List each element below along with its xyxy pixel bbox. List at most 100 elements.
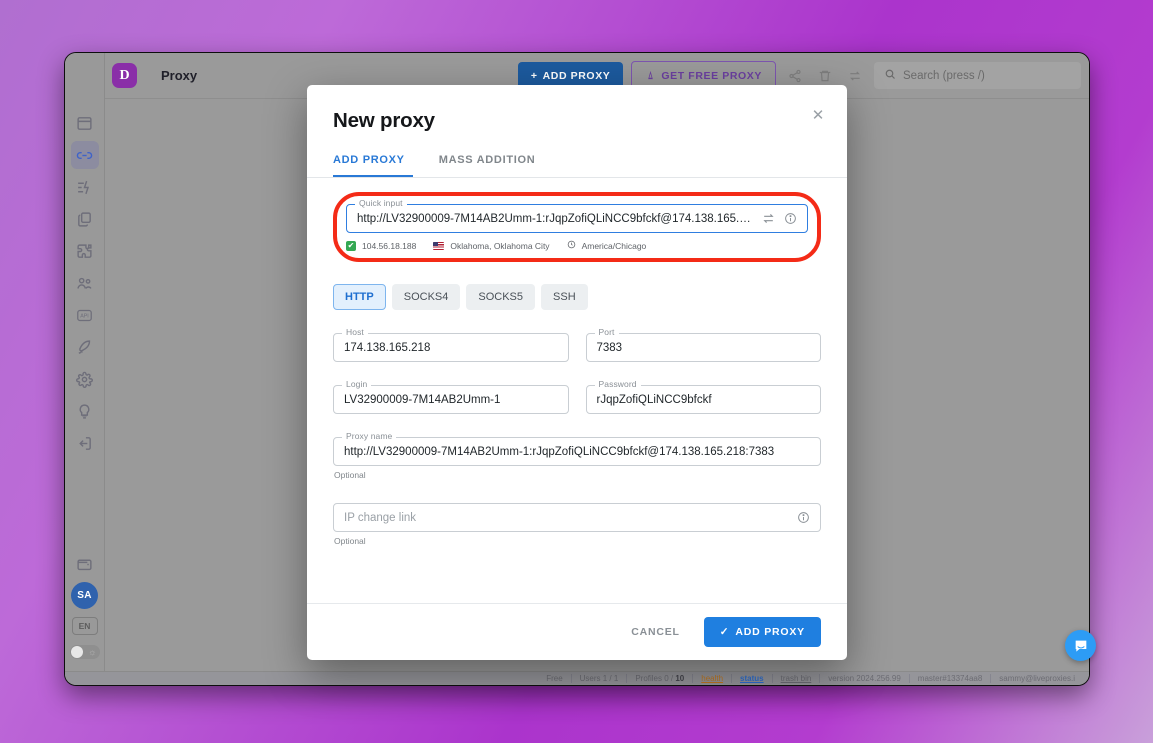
host-value: 174.138.165.218 [344,341,431,354]
sidebar-item-quick-start[interactable] [71,333,99,361]
proxy-name-field[interactable]: Proxy name http://LV32900009-7M14AB2Umm-… [333,431,821,466]
ip-change-link-placeholder: IP change link [344,511,417,524]
protocol-socks4[interactable]: SOCKS4 [391,284,461,310]
trash-icon[interactable] [814,65,836,87]
share-icon[interactable] [784,65,806,87]
host-port-row: Host 174.138.165.218 Port 7383 [333,327,821,362]
password-legend: Password [594,379,641,389]
sidebar-item-tips[interactable] [71,397,99,425]
proxy-name-box[interactable]: http://LV32900009-7M14AB2Umm-1:rJqpZofiQ… [333,437,821,466]
get-free-proxy-button-label: GET FREE PROXY [661,69,762,82]
dialog-header: New proxy ✕ [307,85,847,133]
status-profiles-prefix: Profiles 0 / [635,674,676,683]
toggle-knob [70,646,83,658]
host-legend: Host [342,327,368,337]
sidebar-item-settings[interactable] [71,365,99,393]
dialog-tabs: ADD PROXY MASS ADDITION [307,151,847,178]
add-proxy-button-label: ADD PROXY [542,69,611,82]
sidebar-item-automation[interactable] [71,173,99,201]
ip-change-link-box[interactable]: IP change link [333,503,821,532]
dialog-body: Quick input http://LV32900009-7M14AB2Umm… [307,178,847,603]
cancel-button[interactable]: CANCEL [625,618,686,646]
port-field[interactable]: Port 7383 [585,327,821,362]
avatar[interactable]: SA [71,582,98,609]
status-users: Users 1 / 1 [570,674,627,683]
tab-add-proxy[interactable]: ADD PROXY [333,151,413,177]
status-status-link[interactable]: status [731,674,772,683]
status-plan: Free [546,674,563,683]
dialog-footer: CANCEL ✓ ADD PROXY [307,603,847,660]
close-icon[interactable]: ✕ [807,104,829,126]
submit-add-proxy-label: ADD PROXY [735,626,805,638]
sidebar: API SA EN ☼ [65,53,105,671]
quick-input-box[interactable]: http://LV32900009-7M14AB2Umm-1:rJqpZofiQ… [346,204,808,233]
plus-icon: + [530,69,538,82]
us-flag-icon [433,241,445,250]
status-profiles: Profiles 0 / 10 [626,674,692,683]
swap-icon[interactable] [762,212,775,225]
status-account: sammy@liveproxies.i [990,674,1083,683]
host-box[interactable]: 174.138.165.218 [333,333,569,362]
svg-text:API: API [80,313,89,319]
sidebar-item-browser[interactable] [71,109,99,137]
status-version: version 2024.256.99 [819,674,909,683]
quick-input-value: http://LV32900009-7M14AB2Umm-1:rJqpZofiQ… [357,212,754,225]
detected-timezone: America/Chicago [581,240,647,251]
info-icon[interactable] [784,212,797,225]
proxy-name-hint: Optional [334,470,366,480]
new-proxy-dialog: New proxy ✕ ADD PROXY MASS ADDITION Quic… [307,85,847,660]
sidebar-item-extensions[interactable] [71,237,99,265]
proxy-name-legend: Proxy name [342,431,397,441]
sidebar-item-team[interactable] [71,269,99,297]
search-icon [884,68,896,83]
info-icon[interactable] [797,511,810,524]
clock-icon [567,240,576,251]
page-title: Proxy [161,68,198,83]
login-password-row: Login LV32900009-7M14AB2Umm-1 Password r… [333,379,821,414]
tab-mass-addition[interactable]: MASS ADDITION [431,151,544,177]
wallet-icon[interactable] [71,550,99,578]
password-field[interactable]: Password rJqpZofiQLiNCC9bfckf [585,379,821,414]
protocol-ssh[interactable]: SSH [541,284,588,310]
host-field[interactable]: Host 174.138.165.218 [333,327,569,362]
dialog-title: New proxy [333,109,435,132]
statusbar: Free Users 1 / 1 Profiles 0 / 10 health … [65,671,1089,685]
login-field[interactable]: Login LV32900009-7M14AB2Umm-1 [333,379,569,414]
sidebar-item-proxy[interactable] [70,141,99,169]
login-box[interactable]: LV32900009-7M14AB2Umm-1 [333,385,569,414]
sidebar-item-templates[interactable] [71,205,99,233]
quick-input-field[interactable]: Quick input http://LV32900009-7M14AB2Umm… [346,198,808,233]
quick-input-legend: Quick input [355,198,407,208]
search-placeholder: Search (press /) [903,69,985,82]
ip-change-link-field[interactable]: IP change link [333,503,821,532]
protocol-selector: HTTP SOCKS4 SOCKS5 SSH [333,284,821,310]
protocol-socks5[interactable]: SOCKS5 [466,284,536,310]
quick-input-highlight-annotation: Quick input http://LV32900009-7M14AB2Umm… [333,192,821,262]
theme-toggle[interactable]: ☼ [69,645,100,659]
person-icon [645,70,656,81]
port-value: 7383 [596,341,623,354]
brand-logo[interactable]: D [112,63,137,88]
ip-change-link-hint: Optional [334,536,366,546]
submit-add-proxy-button[interactable]: ✓ ADD PROXY [703,617,821,647]
login-value: LV32900009-7M14AB2Umm-1 [344,393,501,406]
password-box[interactable]: rJqpZofiQLiNCC9bfckf [585,385,821,414]
check-icon: ✔ [346,240,356,251]
status-trash-bin-link[interactable]: trash bin [771,674,820,683]
port-box[interactable]: 7383 [585,333,821,362]
proxy-name-value: http://LV32900009-7M14AB2Umm-1:rJqpZofiQ… [344,445,775,458]
transfer-icon[interactable] [844,65,866,87]
search-input[interactable]: Search (press /) [874,62,1081,89]
language-badge[interactable]: EN [71,617,98,635]
sun-icon: ☼ [88,647,97,657]
ip-change-link-adornments [797,511,810,524]
sidebar-item-api[interactable]: API [71,301,99,329]
status-health-link[interactable]: health [692,674,731,683]
chat-bubble-icon[interactable] [1065,630,1096,661]
detected-location: Oklahoma, Oklahoma City [450,240,550,251]
quick-input-meta: ✔ 104.56.18.188 Oklahoma, Oklahoma City … [346,240,808,251]
protocol-http[interactable]: HTTP [333,284,386,310]
password-value: rJqpZofiQLiNCC9bfckf [596,393,712,406]
sidebar-item-logout[interactable] [71,429,99,457]
login-legend: Login [342,379,372,389]
